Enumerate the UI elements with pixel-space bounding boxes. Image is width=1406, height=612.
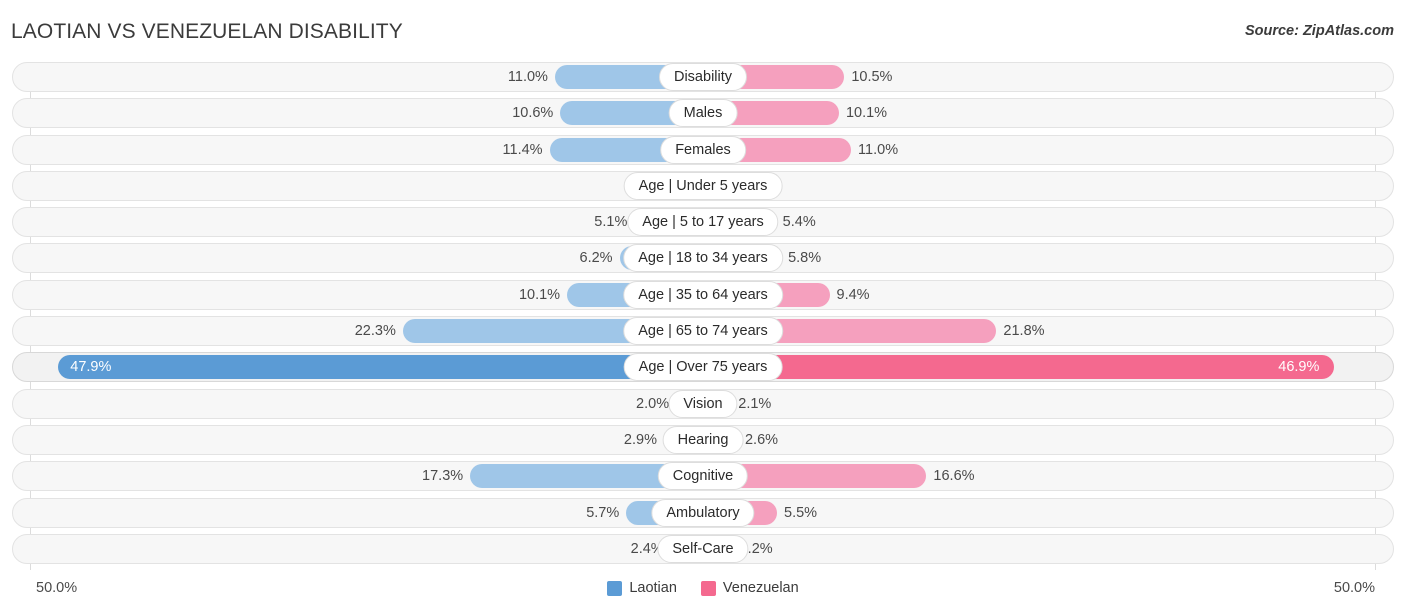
chart-legend: Laotian Venezuelan <box>0 580 1406 596</box>
row-label-pill: Age | Over 75 years <box>623 353 783 382</box>
chart-row: 2.9% 2.6% Hearing <box>0 424 1406 455</box>
value-label-venezuelan: 9.4% <box>836 286 870 303</box>
row-label-pill: Age | 35 to 64 years <box>623 280 783 309</box>
value-label-venezuelan: 2.1% <box>738 395 772 412</box>
page-title: LAOTIAN VS VENEZUELAN DISABILITY <box>11 20 403 43</box>
chart-row: 6.2% 5.8% Age | 18 to 34 years <box>0 243 1406 274</box>
value-label-venezuelan: 21.8% <box>1003 323 1045 340</box>
chart-row: 5.7% 5.5% Ambulatory <box>0 497 1406 528</box>
value-label-venezuelan: 5.8% <box>788 250 822 267</box>
value-label-venezuelan: 10.5% <box>851 69 893 85</box>
chart-row: 2.0% 2.1% Vision <box>0 388 1406 419</box>
row-label-pill: Cognitive <box>657 462 749 491</box>
value-label-laotian: 2.9% <box>623 431 657 448</box>
value-label-laotian: 17.3% <box>422 468 464 485</box>
row-label-pill: Females <box>660 135 746 164</box>
row-label-pill: Age | Under 5 years <box>623 171 783 200</box>
legend-item[interactable]: Laotian <box>607 580 677 596</box>
bar-venezuelan <box>703 355 1335 380</box>
chart-row: 5.1% 5.4% Age | 5 to 17 years <box>0 207 1406 238</box>
legend-label: Laotian <box>629 580 677 596</box>
bar-laotian <box>58 355 703 380</box>
value-label-venezuelan: 10.1% <box>845 105 888 122</box>
value-label-laotian: 22.3% <box>354 323 396 340</box>
value-label-laotian: 10.6% <box>512 105 554 122</box>
chart-row: 11.0% 10.5% Disability <box>0 62 1406 92</box>
row-label-pill: Disability <box>658 63 748 91</box>
row-label-pill: Self-Care <box>657 534 749 563</box>
chart-rows: 11.0% 10.5% Disability 10.6% 10.1% Males 11.4%… <box>0 62 1406 570</box>
chart-row: 22.3% 21.8% Age | 65 to 74 years <box>0 316 1406 347</box>
legend-label: Venezuelan <box>722 580 799 596</box>
value-label-laotian: 5.1% <box>594 214 628 231</box>
chart-row: 47.9% 46.9% Age | Over 75 years <box>0 352 1406 383</box>
value-label-laotian: 5.7% <box>586 504 620 521</box>
chart-plot-area: 11.0% 10.5% Disability 10.6% 10.1% Males 11.4%… <box>0 62 1406 570</box>
value-label-venezuelan: 2.6% <box>744 431 779 448</box>
value-label-laotian: 11.0% <box>507 69 548 85</box>
value-label-venezuelan: 46.9% <box>1278 359 1320 376</box>
legend-item[interactable]: Venezuelan <box>700 580 799 596</box>
chart-row: 17.3% 16.6% Cognitive <box>0 461 1406 492</box>
value-label-venezuelan: 5.4% <box>782 214 816 231</box>
row-label-pill: Males <box>668 99 738 128</box>
row-label-pill: Vision <box>668 389 738 418</box>
row-label-pill: Age | 65 to 74 years <box>623 317 783 346</box>
value-label-laotian: 11.4% <box>502 141 543 158</box>
legend-swatch-icon <box>700 580 716 596</box>
value-label-venezuelan: 11.0% <box>858 141 899 158</box>
value-label-laotian: 47.9% <box>70 359 112 376</box>
legend-swatch-icon <box>607 580 623 596</box>
chart-footer: 50.0% 50.0% Laotian Venezuelan <box>0 570 1406 612</box>
row-label-pill: Age | 5 to 17 years <box>627 208 779 237</box>
value-label-laotian: 2.0% <box>636 395 670 412</box>
row-label-pill: Hearing <box>662 425 744 454</box>
value-label-laotian: 10.1% <box>518 286 561 303</box>
chart-row: 10.6% 10.1% Males <box>0 98 1406 129</box>
chart-row: 10.1% 9.4% Age | 35 to 64 years <box>0 279 1406 310</box>
value-label-venezuelan: 5.5% <box>784 504 818 521</box>
source-attribution: Source: ZipAtlas.com <box>1244 23 1394 39</box>
row-label-pill: Age | 18 to 34 years <box>623 244 783 273</box>
chart-row: 2.4% 2.2% Self-Care <box>0 533 1406 564</box>
chart-row: 11.4% 11.0% Females <box>0 134 1406 165</box>
chart-header: LAOTIAN VS VENEZUELAN DISABILITY Source:… <box>0 0 1406 62</box>
row-label-pill: Ambulatory <box>651 498 755 527</box>
value-label-laotian: 6.2% <box>579 250 613 267</box>
chart-row: 1.2%1.2%Age | Under 5 years <box>0 170 1406 201</box>
value-label-venezuelan: 16.6% <box>933 468 975 485</box>
